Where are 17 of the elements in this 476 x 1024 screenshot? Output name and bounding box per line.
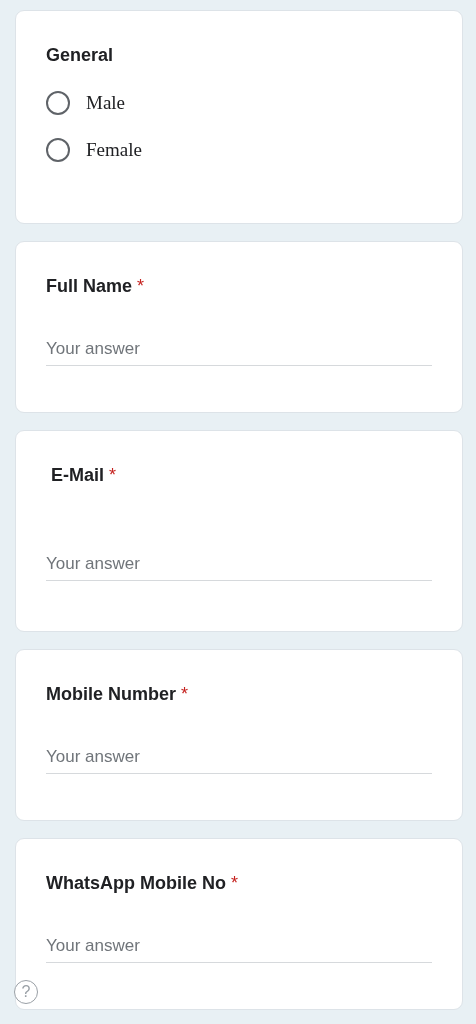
answer-field[interactable]: Your answer [46, 335, 432, 366]
question-title: Mobile Number [46, 684, 176, 705]
required-mark: * [137, 276, 145, 297]
option-label[interactable]: Female [86, 139, 142, 161]
required-mark: * [181, 684, 189, 705]
answer-field[interactable]: Your answer [46, 550, 432, 581]
answer-field[interactable]: Your answer [46, 932, 432, 963]
required-mark: * [231, 873, 238, 894]
option-label[interactable]: Male [86, 92, 126, 114]
question-title: General [46, 45, 114, 66]
question-title: WhatsApp Mobile No [46, 873, 226, 894]
answer-field[interactable]: Your answer [46, 743, 432, 774]
question-title: E-Mail [51, 465, 104, 486]
radio-button[interactable] [46, 138, 70, 162]
radio-button[interactable] [46, 91, 70, 115]
required-mark: * [109, 465, 117, 486]
question-title: Full Name [46, 276, 133, 297]
